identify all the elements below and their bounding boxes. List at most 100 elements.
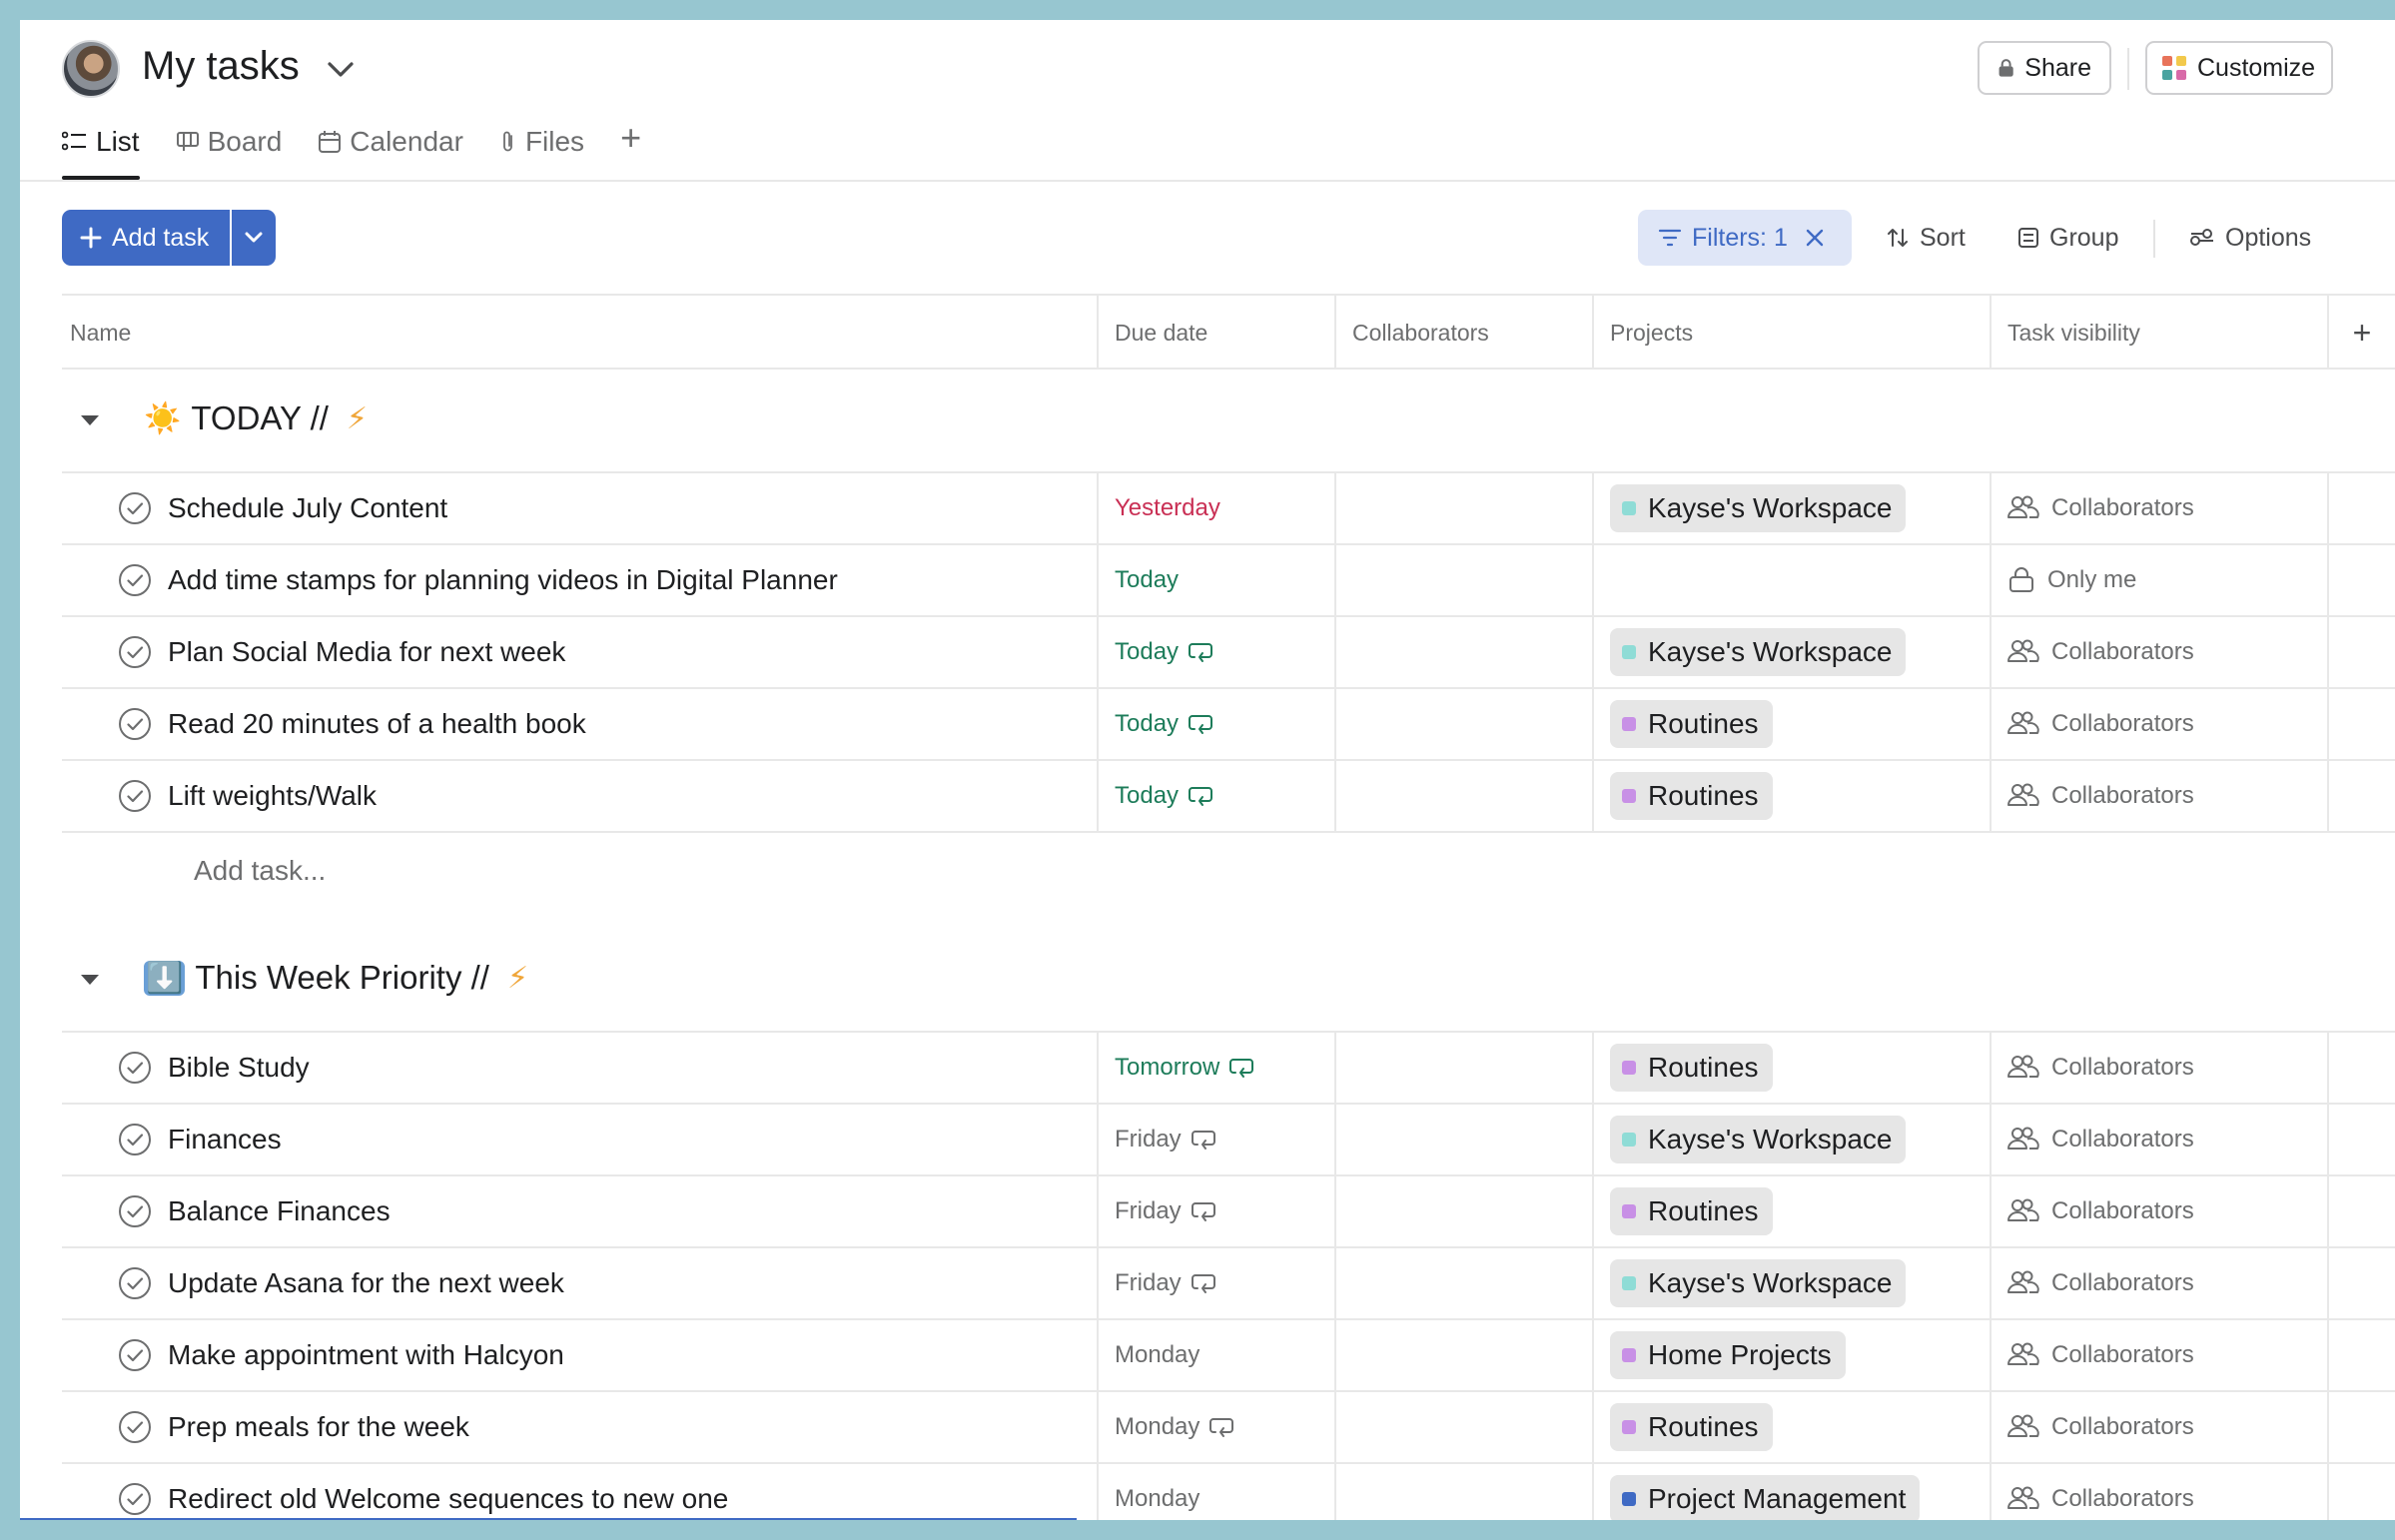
task-name[interactable]: Schedule July Content — [168, 492, 447, 524]
project-cell[interactable]: Kayse's Workspace — [1594, 617, 1992, 687]
due-date-cell[interactable]: Today — [1099, 761, 1336, 831]
complete-check-icon[interactable] — [118, 707, 152, 741]
section-header[interactable]: ☀️ TODAY // ⚡ — [62, 370, 2395, 473]
visibility-cell[interactable]: Collaborators — [1992, 1033, 2329, 1103]
table-row[interactable]: Lift weights/Walk Today Routines Collaborat… — [62, 761, 2395, 833]
due-date-cell[interactable]: Friday — [1099, 1248, 1336, 1318]
chevron-down-icon[interactable] — [324, 54, 358, 84]
close-icon[interactable] — [1804, 227, 1826, 249]
table-row[interactable]: Finances Friday Kayse's Workspace Collabora… — [62, 1105, 2395, 1176]
table-row[interactable]: Add time stamps for planning videos in D… — [62, 545, 2395, 617]
complete-check-icon[interactable] — [118, 1410, 152, 1444]
table-row[interactable]: Make appointment with Halcyon Monday Home … — [62, 1320, 2395, 1392]
task-name[interactable]: Lift weights/Walk — [168, 780, 377, 812]
project-pill[interactable]: Kayse's Workspace — [1610, 1259, 1907, 1307]
task-name-cell[interactable]: Schedule July Content — [62, 473, 1099, 543]
due-date-cell[interactable]: Friday — [1099, 1176, 1336, 1246]
section-header[interactable]: ⬇️ This Week Priority // ⚡ — [62, 929, 2395, 1033]
project-pill[interactable]: Routines — [1610, 1403, 1773, 1451]
visibility-cell[interactable]: Collaborators — [1992, 1105, 2329, 1174]
project-cell[interactable]: Project Management — [1594, 1464, 1992, 1520]
column-header-name[interactable]: Name — [62, 296, 1099, 370]
due-date-cell[interactable]: Monday — [1099, 1464, 1336, 1520]
task-name-cell[interactable]: Read 20 minutes of a health book — [62, 689, 1099, 759]
collaborators-cell[interactable] — [1336, 689, 1594, 759]
collaborators-cell[interactable] — [1336, 473, 1594, 543]
collaborators-cell[interactable] — [1336, 617, 1594, 687]
task-name[interactable]: Plan Social Media for next week — [168, 636, 565, 668]
add-task-row[interactable]: Add task... — [62, 833, 2395, 929]
tab-calendar[interactable]: Calendar — [318, 122, 463, 162]
complete-check-icon[interactable] — [118, 635, 152, 669]
due-date-cell[interactable]: Today — [1099, 689, 1336, 759]
visibility-cell[interactable]: Collaborators — [1992, 1464, 2329, 1520]
complete-check-icon[interactable] — [118, 1266, 152, 1300]
project-pill[interactable]: Home Projects — [1610, 1331, 1846, 1379]
collaborators-cell[interactable] — [1336, 1320, 1594, 1390]
collaborators-cell[interactable] — [1336, 761, 1594, 831]
project-cell[interactable]: Kayse's Workspace — [1594, 473, 1992, 543]
project-cell[interactable]: Kayse's Workspace — [1594, 1105, 1992, 1174]
task-name-cell[interactable]: Update Asana for the next week — [62, 1248, 1099, 1318]
column-header-due-date[interactable]: Due date — [1099, 296, 1336, 370]
column-header-collaborators[interactable]: Collaborators — [1336, 296, 1594, 370]
collaborators-cell[interactable] — [1336, 1464, 1594, 1520]
table-row[interactable]: Redirect old Welcome sequences to new on… — [62, 1464, 2395, 1520]
project-pill[interactable]: Routines — [1610, 700, 1773, 748]
project-pill[interactable]: Kayse's Workspace — [1610, 628, 1907, 676]
complete-check-icon[interactable] — [118, 779, 152, 813]
project-pill[interactable]: Routines — [1610, 1044, 1773, 1092]
customize-button[interactable]: Customize — [2145, 41, 2333, 95]
task-name[interactable]: Redirect old Welcome sequences to new on… — [168, 1483, 728, 1515]
task-name-cell[interactable]: Finances — [62, 1105, 1099, 1174]
table-row[interactable]: Plan Social Media for next week Today Kays… — [62, 617, 2395, 689]
project-cell[interactable]: Routines — [1594, 1176, 1992, 1246]
collaborators-cell[interactable] — [1336, 1033, 1594, 1103]
collaborators-cell[interactable] — [1336, 1176, 1594, 1246]
add-tab-plus-icon[interactable]: + — [620, 117, 641, 158]
task-name[interactable]: Add time stamps for planning videos in D… — [168, 564, 838, 596]
task-name-cell[interactable]: Make appointment with Halcyon — [62, 1320, 1099, 1390]
task-name[interactable]: Prep meals for the week — [168, 1411, 469, 1443]
visibility-cell[interactable]: Collaborators — [1992, 1320, 2329, 1390]
add-task-dropdown-button[interactable] — [232, 210, 276, 266]
due-date-cell[interactable]: Yesterday — [1099, 473, 1336, 543]
section-title[interactable]: ⬇️ This Week Priority // ⚡ — [144, 959, 528, 997]
complete-check-icon[interactable] — [118, 1051, 152, 1085]
avatar[interactable] — [62, 40, 120, 98]
project-cell[interactable]: Home Projects — [1594, 1320, 1992, 1390]
project-cell[interactable]: Kayse's Workspace — [1594, 1248, 1992, 1318]
due-date-cell[interactable]: Monday — [1099, 1320, 1336, 1390]
task-name-cell[interactable]: Balance Finances — [62, 1176, 1099, 1246]
group-button[interactable]: Group — [2017, 210, 2118, 266]
task-name-cell[interactable]: Add time stamps for planning videos in D… — [62, 545, 1099, 615]
task-name-cell[interactable]: Lift weights/Walk — [62, 761, 1099, 831]
due-date-cell[interactable]: Today — [1099, 617, 1336, 687]
due-date-cell[interactable]: Monday — [1099, 1392, 1336, 1462]
share-button[interactable]: Share — [1978, 41, 2111, 95]
project-cell[interactable] — [1594, 545, 1992, 615]
project-cell[interactable]: Routines — [1594, 1033, 1992, 1103]
complete-check-icon[interactable] — [118, 491, 152, 525]
add-task-inline[interactable]: Add task... — [194, 855, 326, 887]
visibility-cell[interactable]: Collaborators — [1992, 473, 2329, 543]
due-date-cell[interactable]: Tomorrow — [1099, 1033, 1336, 1103]
options-button[interactable]: Options — [2189, 210, 2311, 266]
visibility-cell[interactable]: Collaborators — [1992, 689, 2329, 759]
visibility-cell[interactable]: Collaborators — [1992, 617, 2329, 687]
tab-list[interactable]: List — [62, 122, 140, 180]
due-date-cell[interactable]: Friday — [1099, 1105, 1336, 1174]
project-pill[interactable]: Kayse's Workspace — [1610, 1116, 1907, 1163]
project-cell[interactable]: Routines — [1594, 761, 1992, 831]
table-row[interactable]: Schedule July Content Yesterday Kayse's Wo… — [62, 473, 2395, 545]
project-pill[interactable]: Routines — [1610, 1187, 1773, 1235]
column-header-projects[interactable]: Projects — [1594, 296, 1992, 370]
complete-check-icon[interactable] — [118, 1194, 152, 1228]
task-name-cell[interactable]: Redirect old Welcome sequences to new on… — [62, 1464, 1099, 1520]
task-name[interactable]: Finances — [168, 1124, 282, 1155]
task-name-cell[interactable]: Bible Study — [62, 1033, 1099, 1103]
page-title[interactable]: My tasks — [142, 44, 300, 89]
table-row[interactable]: Bible Study Tomorrow Routines Collaborators — [62, 1033, 2395, 1105]
tab-files[interactable]: Files — [499, 122, 584, 162]
visibility-cell[interactable]: Collaborators — [1992, 761, 2329, 831]
